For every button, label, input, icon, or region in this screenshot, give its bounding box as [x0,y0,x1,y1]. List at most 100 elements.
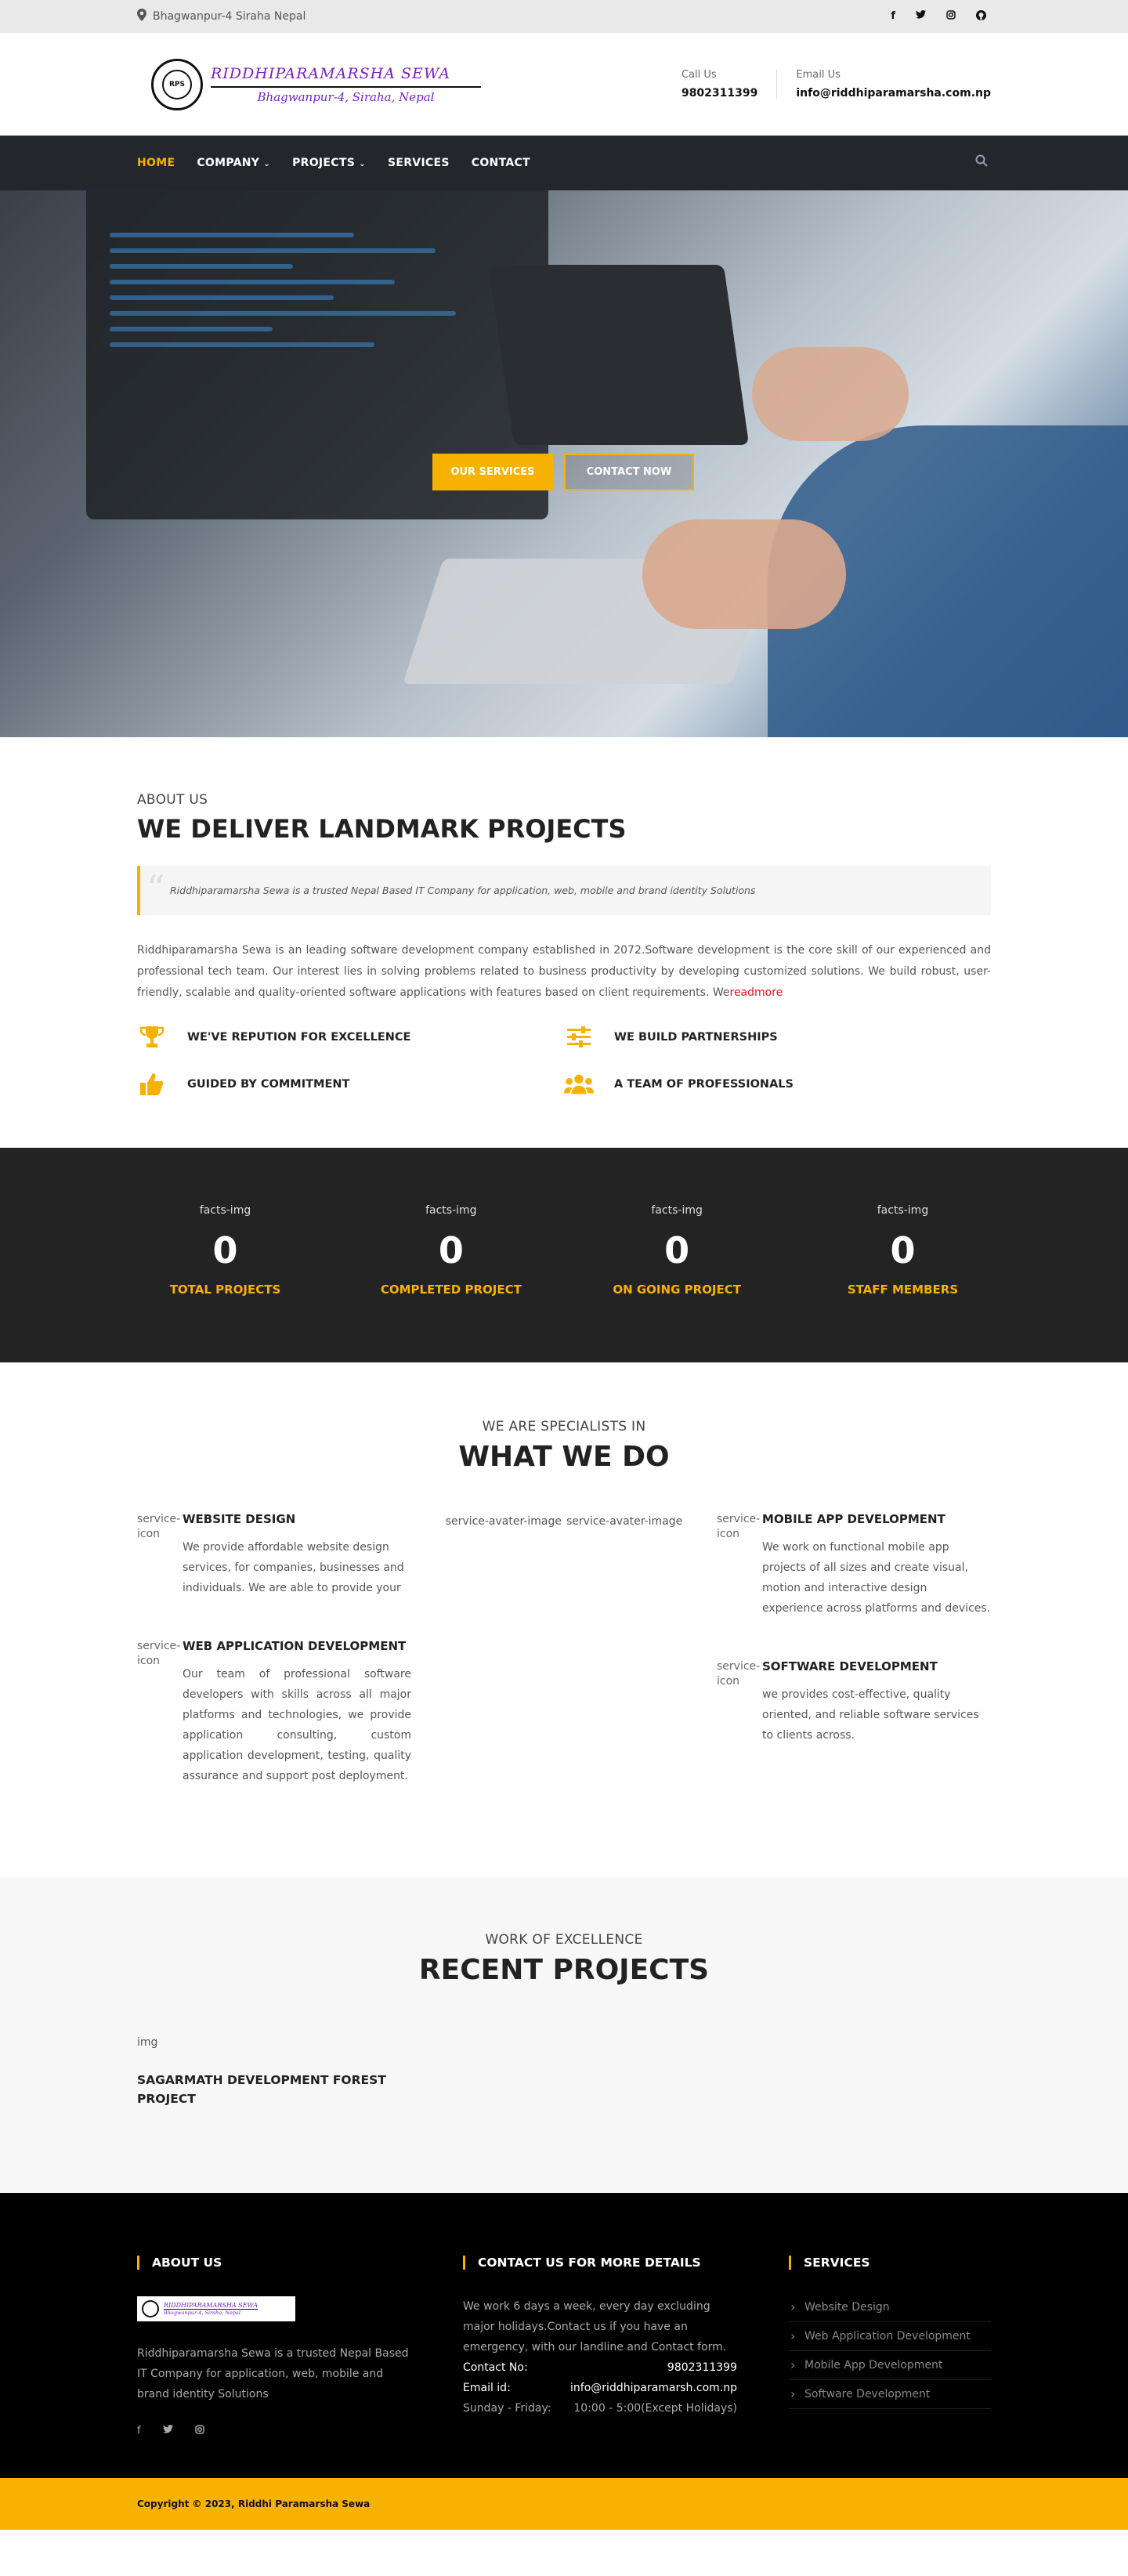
fact-value: 0 [890,1229,916,1272]
nav-company[interactable]: COMPANY ⌄ [197,157,270,169]
footer-social: f [137,2425,411,2437]
instagram-icon[interactable] [946,9,956,24]
footer-email: Email id: info@riddhiparamarsh.com.np [463,2378,737,2398]
contact-now-button[interactable]: CONTACT NOW [564,454,694,490]
hero-code-image [110,222,517,358]
fact-value: 0 [438,1229,464,1272]
our-services-button[interactable]: OUR SERVICES [432,454,553,490]
service-title[interactable]: MOBILE APP DEVELOPMENT [762,1512,991,1526]
footer-logo[interactable]: RIDDHIPARAMARSHA SEWA Bhagwanpur-4, Sira… [137,2296,295,2321]
footer-service-link[interactable]: Software Development [789,2380,991,2409]
facts-image: facts-img [877,1204,929,1217]
nav-home[interactable]: HOME [137,157,175,169]
main-nav: HOME COMPANY ⌄ PROJECTS ⌄ SERVICES CONTA… [0,136,1128,190]
footer-contact-title: CONTACT US FOR MORE DETAILS [463,2256,737,2270]
project-title[interactable]: SAGARMATH DEVELOPMENT FOREST PROJECT [137,2071,396,2108]
project-card[interactable]: img SAGARMATH DEVELOPMENT FOREST PROJECT [137,2036,991,2108]
footer-about-text: Riddhiparamarsha Sewa is a trusted Nepal… [137,2347,409,2401]
service-avatar-image: service-avater-image [445,1515,562,1528]
contact-no-label: Contact No: [463,2361,528,2374]
about-title: WE DELIVER LANDMARK PROJECTS [137,814,627,844]
footer-service-link[interactable]: Web Application Development [789,2322,991,2351]
copyright-text: Copyright © 2023, Riddhi Paramarsha Sewa [137,2498,371,2509]
contact-no-value[interactable]: 9802311399 [667,2357,737,2378]
sliders-icon [564,1024,594,1051]
service-title[interactable]: WEB APPLICATION DEVELOPMENT [183,1639,411,1653]
footer-contact-text: We work 6 days a week, every day excludi… [463,2300,727,2353]
twitter-icon[interactable] [916,9,926,24]
call-us: Call Us 9802311399 [663,69,776,99]
instagram-icon[interactable] [194,2425,204,2437]
fact-label: TOTAL PROJECTS [169,1283,281,1297]
about-quote: “ Riddhiparamarsha Sewa is a trusted Nep… [137,866,991,915]
service-icon: service-icon [717,1660,761,1688]
footer-service-link[interactable]: Website Design [789,2293,991,2322]
facts-image: facts-img [199,1204,251,1217]
site-footer: ABOUT US RIDDHIPARAMARSHA SEWA Bhagwanpu… [0,2193,1128,2478]
nav-projects[interactable]: PROJECTS ⌄ [292,157,366,169]
users-icon [564,1071,594,1098]
footer-services: SERVICES Website Design Web Application … [789,2256,991,2437]
footer-logo-name: RIDDHIPARAMARSHA SEWA [164,2302,258,2310]
about-paragraph: Riddhiparamarsha Sewa is an leading soft… [137,944,991,999]
social-links: f [891,9,986,24]
feature-item: A TEAM OF PROFESSIONALS [564,1071,991,1098]
search-icon[interactable] [975,154,991,170]
email-address[interactable]: info@riddhiparamarsha.com.np [796,87,991,99]
service-icon: service-icon [137,1640,181,1667]
footer-service-link[interactable]: Mobile App Development [789,2351,991,2380]
chevron-down-icon: ⌄ [359,160,366,168]
about-text: Riddhiparamarsha Sewa is an leading soft… [137,940,991,1004]
facebook-icon[interactable]: f [137,2425,141,2437]
services-section: WE ARE SPECIALISTS IN WHAT WE DO service… [0,1362,1128,1877]
footer-about: ABOUT US RIDDHIPARAMARSHA SEWA Bhagwanpu… [137,2256,411,2437]
readmore-link[interactable]: readmore [730,986,783,999]
header-contacts: Call Us 9802311399 Email Us info@riddhip… [663,69,991,99]
email-id-value[interactable]: info@riddhiparamarsh.com.np [570,2378,737,2398]
facebook-icon[interactable]: f [891,10,895,24]
service-text: We provide affordable website design ser… [183,1541,404,1594]
services-title: WHAT WE DO [458,1441,670,1473]
call-number[interactable]: 9802311399 [682,87,757,99]
hero-banner: OUR SERVICES CONTACT NOW [0,190,1128,737]
feature-label: A TEAM OF PROFESSIONALS [614,1078,794,1091]
fact-item: facts-img 0 COMPLETED PROJECT [363,1204,539,1297]
fact-item: facts-img 0 ON GOING PROJECT [589,1204,765,1297]
service-item: service-icon WEB APPLICATION DEVELOPMENT… [137,1639,411,1786]
site-logo[interactable]: RPS RIDDHIPARAMARSHA SEWA Bhagwanpur-4, … [137,58,481,110]
footer-services-title: SERVICES [789,2256,991,2270]
service-item: service-icon SOFTWARE DEVELOPMENT we pro… [717,1659,991,1746]
quote-icon: “ [146,867,165,910]
service-title[interactable]: WEBSITE DESIGN [183,1512,411,1526]
facts-section: facts-img 0 TOTAL PROJECTS facts-img 0 C… [0,1148,1128,1362]
map-marker-icon [137,9,146,24]
address-text: Bhagwanpur-4 Siraha Nepal [153,10,306,23]
fact-label: STAFF MEMBERS [847,1283,959,1297]
nav-services[interactable]: SERVICES [388,157,450,169]
github-icon[interactable] [976,9,986,24]
services-left-column: service-icon WEBSITE DESIGN We provide a… [137,1512,411,1827]
services-right-column: service-icon MOBILE APP DEVELOPMENT We w… [717,1512,991,1827]
facts-image: facts-img [651,1204,703,1217]
footer-about-title: ABOUT US [137,2256,411,2270]
service-avatar-images: service-avater-image service-avater-imag… [435,1512,693,1827]
address: Bhagwanpur-4 Siraha Nepal [137,9,306,24]
service-text: we provides cost-effective, quality orie… [762,1688,979,1742]
fact-item: facts-img 0 TOTAL PROJECTS [137,1204,313,1297]
feature-label: WE BUILD PARTNERSHIPS [614,1031,778,1044]
hero-laptop-image [488,265,750,445]
service-title[interactable]: SOFTWARE DEVELOPMENT [762,1659,991,1673]
logo-subtitle: Bhagwanpur-4, Siraha, Nepal [257,89,435,104]
email-id-label: Email id: [463,2382,511,2394]
projects-title: RECENT PROJECTS [418,1954,710,1986]
fact-label: COMPLETED PROJECT [380,1283,522,1297]
facts-image: facts-img [425,1204,477,1217]
email-label: Email Us [796,69,841,81]
about-subtitle: ABOUT US [137,792,208,808]
project-image: img [137,2036,158,2049]
hours-label: Sunday - Friday: [463,2402,551,2415]
service-avatar-image: service-avater-image [566,1515,683,1528]
nav-contact[interactable]: CONTACT [472,157,530,169]
footer-logo-subtitle: Bhagwanpur-4, Siraha, Nepal [164,2310,240,2316]
twitter-icon[interactable] [162,2425,173,2437]
